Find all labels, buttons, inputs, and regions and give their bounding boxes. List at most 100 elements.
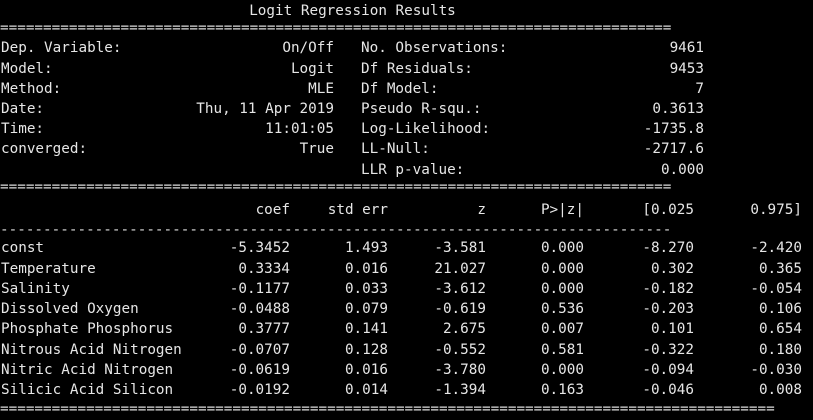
summary-row: Model: Logit Df Residuals: 9453 — [0, 59, 813, 79]
variable-name: Silicic Acid Silicon — [1, 382, 174, 398]
stderr-value: 0.079 — [344, 301, 388, 317]
variable-name: const — [1, 240, 45, 256]
summary-value: -1735.8 — [643, 121, 704, 137]
p-value: 0.007 — [540, 321, 584, 337]
summary-value: 0.000 — [660, 162, 704, 178]
summary-value: Thu, 11 Apr 2019 — [196, 101, 334, 117]
coef-value: -0.0192 — [229, 382, 290, 398]
summary-value: 9461 — [669, 40, 704, 56]
summary-value: MLE — [308, 81, 334, 97]
summary-value: 0.3613 — [652, 101, 704, 117]
coef-row: Phosphate Phosphorus 0.3777 0.141 2.675 … — [0, 319, 813, 339]
separator-dash: ----------------------------------------… — [0, 224, 672, 236]
summary-value: 9453 — [669, 61, 704, 77]
ci-upper-value: -0.054 — [750, 281, 802, 297]
variable-name: Nitrous Acid Nitrogen — [1, 342, 182, 358]
coef-row: Nitric Acid Nitrogen -0.0619 0.016 -3.78… — [0, 360, 813, 380]
coef-value: 0.3334 — [238, 261, 290, 277]
summary-label: Date: — [1, 101, 45, 117]
coef-value: -0.0488 — [229, 301, 290, 317]
variable-name: Dissolved Oxygen — [1, 301, 139, 317]
summary-value: On/Off — [282, 40, 334, 56]
summary-label: Dep. Variable: — [1, 40, 122, 56]
summary-value: True — [299, 141, 334, 157]
col-header-pvalue: P>|z| — [540, 202, 584, 218]
z-value: -3.581 — [434, 240, 486, 256]
separator-top: ========================================… — [0, 22, 672, 34]
summary-label: Pseudo R-squ.: — [361, 101, 482, 117]
separator-mid: ========================================… — [0, 181, 672, 193]
z-value: -0.619 — [434, 301, 486, 317]
coef-value: -5.3452 — [229, 240, 290, 256]
variable-name: Salinity — [1, 281, 70, 297]
stderr-value: 0.014 — [344, 382, 388, 398]
p-value: 0.000 — [540, 261, 584, 277]
summary-label: Log-Likelihood: — [361, 121, 491, 137]
stderr-value: 0.141 — [344, 321, 388, 337]
summary-label: LLR p-value: — [361, 162, 465, 178]
summary-label: Df Residuals: — [361, 61, 473, 77]
stderr-value: 1.493 — [344, 240, 388, 256]
ci-upper-value: 0.106 — [758, 301, 802, 317]
ci-lower-value: 0.302 — [650, 261, 694, 277]
ci-lower-value: -0.203 — [642, 301, 694, 317]
ci-upper-value: 0.008 — [758, 382, 802, 398]
stderr-value: 0.016 — [344, 362, 388, 378]
summary-row: converged: True LL-Null: -2717.6 — [0, 139, 813, 159]
summary-value: 11:01:05 — [265, 121, 334, 137]
summary-row: Date: Thu, 11 Apr 2019 Pseudo R-squ.: 0.… — [0, 99, 813, 119]
summary-row: Time: 11:01:05 Log-Likelihood: -1735.8 — [0, 119, 813, 139]
p-value: 0.163 — [540, 382, 584, 398]
ci-lower-value: -0.046 — [642, 382, 694, 398]
summary-row: LLR p-value: 0.000 — [0, 160, 813, 180]
summary-value: -2717.6 — [643, 141, 704, 157]
stderr-value: 0.128 — [344, 342, 388, 358]
stderr-value: 0.033 — [344, 281, 388, 297]
ci-upper-value: 0.180 — [758, 342, 802, 358]
coef-row: Temperature 0.3334 0.016 21.027 0.000 0.… — [0, 259, 813, 279]
variable-name: Nitric Acid Nitrogen — [1, 362, 174, 378]
ci-lower-value: 0.101 — [650, 321, 694, 337]
summary-label: Df Model: — [361, 81, 439, 97]
coef-value: -0.0619 — [229, 362, 290, 378]
p-value: 0.000 — [540, 281, 584, 297]
summary-row: Dep. Variable: On/Off No. Observations: … — [0, 38, 813, 58]
summary-label: Method: — [1, 81, 62, 97]
z-value: -3.780 — [434, 362, 486, 378]
ci-lower-value: -0.182 — [642, 281, 694, 297]
p-value: 0.000 — [540, 362, 584, 378]
z-value: -1.394 — [434, 382, 486, 398]
summary-value: 7 — [695, 81, 704, 97]
p-value: 0.536 — [540, 301, 584, 317]
ci-lower-value: -8.270 — [642, 240, 694, 256]
ci-lower-value: -0.322 — [642, 342, 694, 358]
p-value: 0.000 — [540, 240, 584, 256]
summary-value: Logit — [290, 61, 334, 77]
col-header-stderr: std err — [327, 202, 388, 218]
summary-row: Method: MLE Df Model: 7 — [0, 79, 813, 99]
p-value: 0.581 — [540, 342, 584, 358]
z-value: 2.675 — [442, 321, 486, 337]
ci-upper-value: -2.420 — [750, 240, 802, 256]
summary-label: Model: — [1, 61, 53, 77]
ci-upper-value: 0.365 — [758, 261, 802, 277]
coef-value: -0.0707 — [229, 342, 290, 358]
coef-row: const -5.3452 1.493 -3.581 0.000 -8.270 … — [0, 238, 813, 258]
coef-value: 0.3777 — [238, 321, 290, 337]
stderr-value: 0.016 — [344, 261, 388, 277]
results-title: Logit Regression Results — [249, 3, 456, 19]
z-value: -0.552 — [434, 342, 486, 358]
coef-row: Nitrous Acid Nitrogen -0.0707 0.128 -0.5… — [0, 340, 813, 360]
col-header-ci-upper: 0.975] — [750, 202, 802, 218]
ci-lower-value: -0.094 — [642, 362, 694, 378]
coef-value: -0.1177 — [229, 281, 290, 297]
col-header-coef: coef — [255, 202, 290, 218]
coef-row: Salinity -0.1177 0.033 -3.612 0.000 -0.1… — [0, 279, 813, 299]
summary-label: Time: — [1, 121, 45, 137]
ci-upper-value: 0.654 — [758, 321, 802, 337]
col-header-ci-lower: [0.025 — [642, 202, 694, 218]
ci-upper-value: -0.030 — [750, 362, 802, 378]
z-value: 21.027 — [434, 261, 486, 277]
summary-label: LL-Null: — [361, 141, 430, 157]
coef-row: Silicic Acid Silicon -0.0192 0.014 -1.39… — [0, 380, 813, 400]
